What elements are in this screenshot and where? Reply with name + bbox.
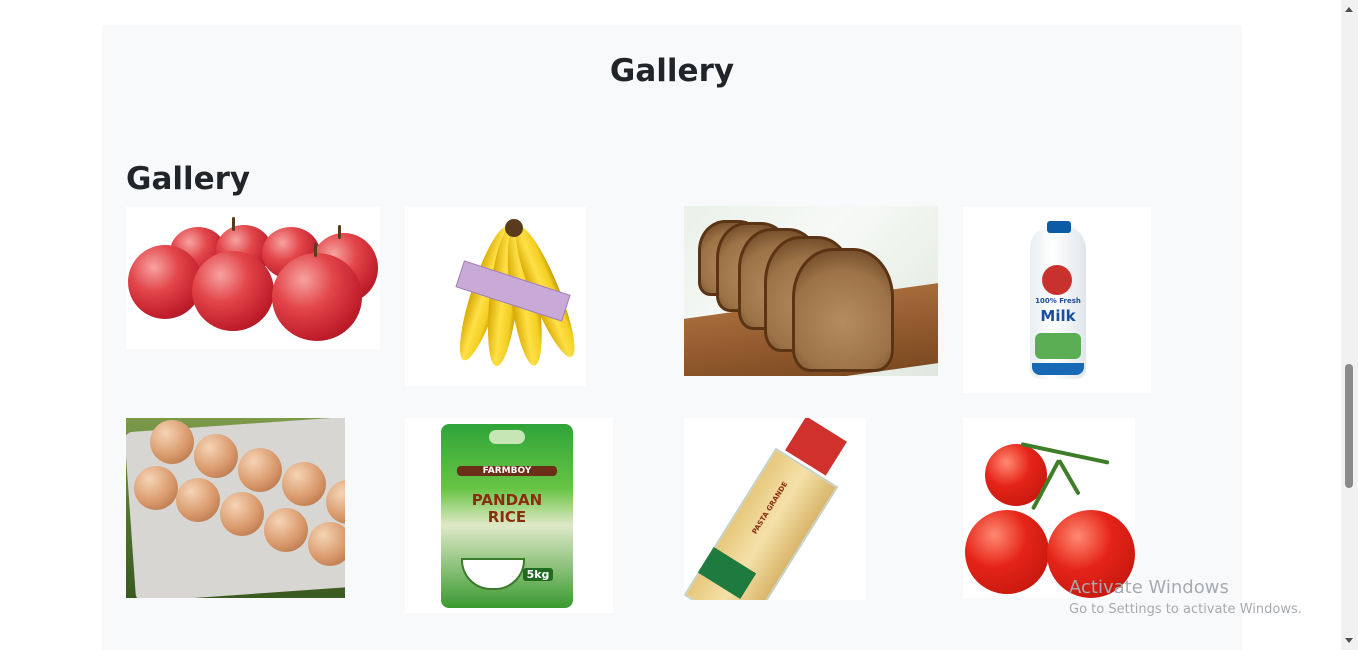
milk-cow-graphic: [1035, 333, 1081, 359]
scroll-up-arrow-icon[interactable]: [1345, 7, 1353, 12]
milk-label-top: 100% Fresh: [1035, 297, 1081, 305]
egg: [194, 434, 238, 478]
gallery-image-rice[interactable]: FARMBOY PANDAN RICE 5kg: [405, 418, 613, 613]
milk-logo: [1042, 265, 1072, 295]
gallery-image-eggs[interactable]: [126, 418, 345, 598]
vertical-scrollbar[interactable]: [1341, 0, 1358, 650]
egg: [134, 466, 178, 510]
apple-stem: [338, 225, 341, 239]
egg: [264, 508, 308, 552]
rice-weight: 5kg: [523, 568, 553, 581]
apple-stem: [314, 243, 317, 257]
gallery-image-milk[interactable]: 100% Fresh Milk: [963, 207, 1151, 393]
egg: [282, 462, 326, 506]
egg: [308, 522, 345, 566]
gallery-image-pasta[interactable]: PASTA GRANDE: [684, 418, 866, 600]
bread-slice: [792, 248, 894, 372]
milk-label-main: Milk: [1040, 307, 1076, 325]
rice-bag-handle: [489, 430, 525, 444]
apple-shape: [272, 253, 362, 341]
apple-stem: [232, 217, 235, 231]
gallery-panel: Gallery Gallery 100% Fresh Milk FARMBOY …: [102, 25, 1242, 650]
gallery-image-bread[interactable]: [684, 206, 938, 376]
gallery-image-bananas[interactable]: [405, 207, 586, 386]
egg: [176, 478, 220, 522]
windows-activation-title: Activate Windows: [1069, 577, 1229, 598]
egg: [238, 448, 282, 492]
scrollbar-thumb[interactable]: [1345, 364, 1353, 488]
windows-activation-subtitle: Go to Settings to activate Windows.: [1069, 602, 1302, 617]
apple-shape: [192, 251, 274, 331]
egg: [220, 492, 264, 536]
milk-cap: [1047, 221, 1071, 233]
rice-brand: FARMBOY: [457, 466, 557, 476]
gallery-heading: Gallery: [126, 161, 251, 197]
rice-label-main: PANDAN RICE: [471, 491, 543, 526]
apple-shape: [128, 245, 202, 319]
page-title: Gallery: [609, 53, 735, 89]
tomato-vine: [1057, 459, 1081, 496]
gallery-image-tomatoes[interactable]: [963, 418, 1135, 598]
egg: [150, 420, 194, 464]
banana-stem: [505, 219, 523, 237]
gallery-image-apples[interactable]: [126, 207, 380, 349]
tomato: [965, 510, 1049, 594]
scroll-down-arrow-icon[interactable]: [1345, 638, 1353, 643]
milk-bottom-band: [1032, 363, 1084, 375]
